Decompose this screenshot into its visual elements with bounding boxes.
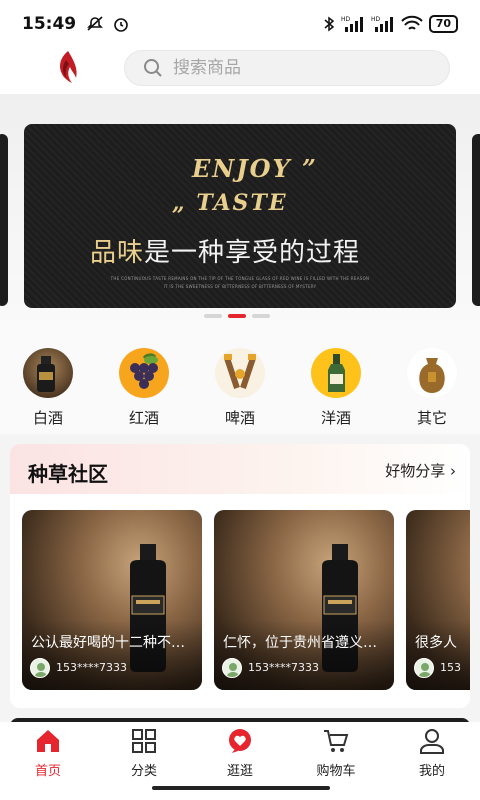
search-input[interactable] xyxy=(173,58,413,78)
search-icon xyxy=(144,59,162,77)
grid-icon xyxy=(132,729,156,753)
category-label: 洋酒 xyxy=(320,409,351,427)
header xyxy=(0,48,480,94)
post-username: 153****7333 xyxy=(56,661,127,674)
banner-slogan-gold: 品味 xyxy=(90,238,145,268)
user-icon xyxy=(420,729,444,754)
community-post-card[interactable]: 公认最好喝的十二种不… 153****7333 xyxy=(22,510,202,690)
jar-icon xyxy=(407,348,457,398)
category-baijiu[interactable]: 白酒 xyxy=(0,334,96,434)
tab-label: 购物车 xyxy=(316,764,356,779)
cart-icon xyxy=(324,730,349,752)
carousel-dot[interactable] xyxy=(204,314,222,318)
banner-headline-1: ENJOY ” xyxy=(192,154,318,183)
heart-bubble-icon xyxy=(229,729,251,753)
alarm-icon xyxy=(114,18,128,32)
avatar xyxy=(414,658,434,678)
baijiu-bottle-icon xyxy=(23,348,73,398)
carousel-dot[interactable] xyxy=(252,314,270,318)
banner-slogan: 品味是一种享受的过程 xyxy=(90,232,360,269)
category-pijiu[interactable]: 啤酒 xyxy=(192,334,288,434)
post-username: 153 xyxy=(440,661,461,674)
category-label: 白酒 xyxy=(32,409,63,427)
post-title: 很多人 xyxy=(415,635,457,651)
beer-icon xyxy=(215,348,265,398)
tab-label: 我的 xyxy=(418,764,445,779)
community-post-card[interactable]: 仁怀，位于贵州省遵义… 153****7333 xyxy=(214,510,394,690)
community-header: 种草社区 好物分享 › xyxy=(10,444,470,494)
status-time: 15:49 xyxy=(22,14,77,34)
tab-label: 逛逛 xyxy=(226,764,253,779)
status-bar: 15:49 HD HD 70 xyxy=(0,0,480,48)
category-hongjiu[interactable]: 红酒 xyxy=(96,334,192,434)
champagne-icon xyxy=(311,348,361,398)
tab-profile[interactable]: 我的 xyxy=(384,722,480,800)
flame-logo xyxy=(60,51,77,83)
banner-slide[interactable]: ENJOY ” „ TASTE 品味是一种享受的过程 THE CONTINUOU… xyxy=(24,124,456,308)
category-yangjiu[interactable]: 洋酒 xyxy=(288,334,384,434)
carousel-dot-active[interactable] xyxy=(228,314,246,318)
search-bar[interactable] xyxy=(124,50,450,86)
svg-text:HD: HD xyxy=(371,16,381,23)
tab-label: 首页 xyxy=(34,764,61,779)
signal-hd-icon: HD xyxy=(341,16,363,32)
next-banner-slide[interactable] xyxy=(472,134,480,306)
signal-hd-icon: HD xyxy=(371,16,393,32)
category-row: 白酒 红酒 啤酒 洋酒 其它 xyxy=(0,334,480,434)
community-section: 种草社区 好物分享 › 公认最好喝的十二种不… 153****7333 仁怀，位… xyxy=(10,444,470,708)
wifi-icon xyxy=(400,15,423,30)
home-indicator[interactable] xyxy=(152,786,330,790)
prev-banner-slide[interactable] xyxy=(0,134,8,306)
avatar xyxy=(222,658,242,678)
category-label: 啤酒 xyxy=(224,409,255,427)
banner-carousel[interactable]: ENJOY ” „ TASTE 品味是一种享受的过程 THE CONTINUOU… xyxy=(0,94,480,334)
community-post-card[interactable]: 很多人 153 xyxy=(406,510,470,690)
post-title: 公认最好喝的十二种不… xyxy=(31,635,185,651)
community-more-link[interactable]: 好物分享 › xyxy=(385,460,456,481)
battery-icon: 70 xyxy=(428,15,458,33)
category-label: 其它 xyxy=(416,409,447,427)
category-qita[interactable]: 其它 xyxy=(384,334,480,434)
svg-text:HD: HD xyxy=(341,16,351,23)
banner-slogan-rest: 是一种享受的过程 xyxy=(144,238,361,268)
home-icon xyxy=(37,730,59,752)
post-title: 仁怀，位于贵州省遵义… xyxy=(223,635,377,651)
carousel-indicator xyxy=(204,314,270,318)
grapes-icon xyxy=(119,348,169,398)
community-title: 种草社区 xyxy=(28,462,108,486)
tab-home[interactable]: 首页 xyxy=(0,722,96,800)
banner-fine-print-2: IT IS THE SWEETNESS OF BITTERNESS OF BIT… xyxy=(163,284,317,289)
banner-headline-2: „ TASTE xyxy=(172,190,288,216)
mute-icon xyxy=(87,16,104,31)
bluetooth-icon xyxy=(324,16,334,32)
banner-fine-print-1: THE CONTINUOUS TASTE REMAINS ON THE TIP … xyxy=(110,276,370,281)
category-label: 红酒 xyxy=(128,409,159,427)
avatar xyxy=(30,658,50,678)
post-username: 153****7333 xyxy=(248,661,319,674)
tab-label: 分类 xyxy=(130,764,157,779)
